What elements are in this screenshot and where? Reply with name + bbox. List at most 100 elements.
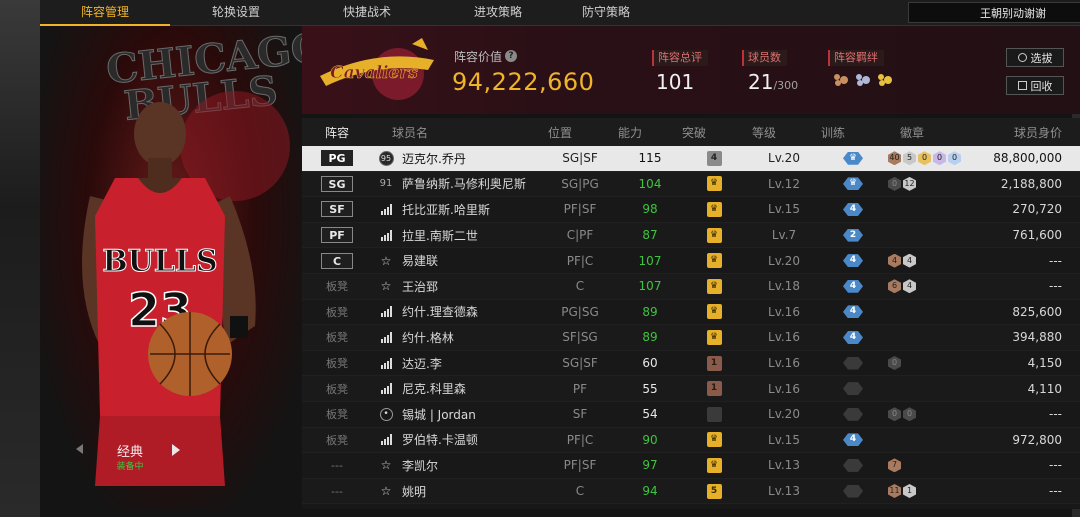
player-name: 约什.理查德森: [402, 305, 478, 320]
player-position: SF|SG: [562, 330, 598, 345]
card-style-name: 经典: [116, 445, 143, 460]
slot-cell: 板凳: [302, 278, 372, 294]
tab-rotation-settings[interactable]: 轮换设置: [170, 0, 302, 26]
table-body: PG 95 迈克尔.乔丹 SG|SF 115 4 Lv.20 ♛ 40 5 0 0 0 88,800,00…: [302, 146, 1080, 505]
player-level: Lv.16: [768, 330, 800, 345]
player-salary: 2,188,800: [1000, 176, 1062, 191]
player-level: Lv.7: [771, 228, 797, 243]
player-rating: 104: [638, 176, 662, 191]
player-rating: 89: [642, 304, 658, 319]
table-row[interactable]: 板凳 达迈.李 SG|SF 60 1 Lv.16 0 4,150: [302, 351, 1080, 377]
slot-cell: 板凳: [302, 355, 372, 371]
slot-badge: 板凳: [326, 357, 348, 371]
background-left-strip: [0, 0, 40, 517]
crown-icon: ♛: [706, 329, 722, 345]
player-position: PG|SG: [561, 304, 599, 319]
crown-icon: ♛: [706, 432, 722, 448]
table-row[interactable]: 板凳 约什.格林 SF|SG 89 ♛ Lv.16 4 394,880: [302, 325, 1080, 351]
table-row[interactable]: 板凳 约什.理查德森 PG|SG 89 ♛ Lv.16 4 825,600: [302, 300, 1080, 326]
table-row[interactable]: SG 91 萨鲁纳斯.马修利奥尼斯 SG|PG 104 ♛ Lv.12 ♛ 0 12 2,188,8…: [302, 171, 1080, 198]
player-salary: ---: [1049, 484, 1062, 499]
next-style-arrow-icon[interactable]: [172, 444, 180, 456]
player-level: Lv.16: [768, 304, 800, 319]
player-tier-cell: 91: [372, 178, 400, 189]
training-cell: 4: [820, 279, 886, 293]
crown-icon: ♛: [706, 176, 722, 192]
select-button[interactable]: 选拔: [1006, 48, 1064, 67]
tab-lineup-management[interactable]: 阵容管理: [40, 0, 170, 26]
player-count: 21: [748, 70, 774, 94]
breakthrough-badge: 4: [706, 150, 722, 166]
table-row[interactable]: 板凳 尼克.科里森 PF 55 1 Lv.16 4,110: [302, 376, 1080, 402]
badges-cell: 64: [886, 279, 976, 294]
help-icon[interactable]: ?: [505, 50, 517, 62]
table-row[interactable]: 板凳 • 锡城 | Jordan SF 54 Lv.20 0 0 ---: [302, 402, 1080, 428]
table-row[interactable]: SF 托比亚斯.哈里斯 PF|SF 98 ♛ Lv.15 4 270,720: [302, 197, 1080, 223]
bond-silver-icon: [856, 74, 870, 86]
tab-bar: 阵容管理 轮换设置 快捷战术 进攻策略 防守策略: [40, 0, 648, 26]
player-rating: 55: [642, 381, 658, 396]
player-rating: 115: [638, 151, 662, 166]
player-tier-cell: [372, 383, 400, 395]
table-row[interactable]: PF 拉里.南斯二世 C|PF 87 ♛ Lv.7 2 761,600: [302, 222, 1080, 249]
player-tier-cell: [372, 331, 400, 343]
training-cell: 4: [820, 202, 886, 216]
player-position: C: [575, 484, 585, 499]
training-cell: ♛: [820, 151, 886, 165]
badge-icon: 40: [888, 151, 901, 166]
training-cell: [820, 407, 886, 421]
player-position: PF|C: [566, 432, 594, 447]
player-tier-cell: [372, 357, 400, 369]
badge-icon: 1: [903, 484, 916, 499]
breakthrough-cell: ♛: [680, 201, 748, 217]
slot-badge: 板凳: [326, 305, 348, 319]
badge-icon: 7: [888, 458, 901, 473]
team-select-dropdown[interactable]: 王朝别动谢谢: [908, 2, 1080, 23]
card-style-footer: [40, 449, 302, 509]
slot-badge: C: [321, 252, 353, 269]
previous-style-arrow-icon[interactable]: [76, 444, 83, 454]
recycle-button[interactable]: 回收: [1006, 76, 1064, 95]
player-count-value: 21/300: [742, 70, 798, 94]
badge-icon: 0: [903, 407, 916, 422]
player-salary: 761,600: [1012, 228, 1062, 243]
player-position: SF: [572, 407, 588, 422]
table-row[interactable]: --- ☆ 李凯尔 PF|SF 97 ♛ Lv.13 7 ---: [302, 453, 1080, 479]
player-tier-cell: •: [372, 407, 400, 421]
table-row[interactable]: --- ☆ 姚明 C 94 5 Lv.13 11 1 ---: [302, 478, 1080, 505]
player-name: 李凯尔: [402, 458, 439, 473]
slot-badge: PF: [321, 227, 353, 244]
badges-cell: 0 12: [886, 176, 976, 191]
slot-badge: 板凳: [326, 433, 348, 447]
tab-offense-strategy[interactable]: 进攻策略: [432, 0, 564, 26]
rating-label: 阵容总评: [652, 50, 708, 66]
slot-cell: 板凳: [302, 304, 372, 320]
table-row[interactable]: 板凳 ☆ 王治郅 C 107 ♛ Lv.18 4 6 4 ---: [302, 273, 1080, 300]
player-rating: 90: [642, 432, 658, 447]
training-hex-icon: ♛: [843, 177, 863, 191]
header-salary: 球员身价: [1013, 125, 1062, 140]
player-tier-cell: [372, 229, 400, 241]
slot-badge: SF: [321, 201, 353, 218]
rating-block: 阵容总评 101: [652, 46, 708, 94]
training-cell: 4: [820, 254, 886, 268]
tab-quick-tactics[interactable]: 快捷战术: [302, 0, 432, 26]
bond-icons[interactable]: [828, 72, 894, 86]
table-row[interactable]: C ☆ 易建联 PF|C 107 ♛ Lv.20 4 4 4 ---: [302, 248, 1080, 274]
tab-defense-strategy[interactable]: 防守策略: [564, 0, 648, 26]
signal-bars-icon: [380, 434, 392, 446]
player-rating: 98: [642, 202, 658, 217]
table-row[interactable]: PG 95 迈克尔.乔丹 SG|SF 115 4 Lv.20 ♛ 40 5 0 0 0 88,800,00…: [302, 146, 1080, 172]
slot-badge: PG: [321, 150, 353, 167]
training-hex-icon: 4: [843, 254, 863, 268]
player-position: PF|SF: [563, 458, 597, 473]
slot-badge: 板凳: [326, 408, 348, 422]
training-cell: ♛: [820, 177, 886, 191]
breakthrough-cell: 5: [680, 483, 748, 499]
training-hex-icon: 4: [843, 279, 863, 293]
player-tier-cell: ☆: [372, 458, 400, 472]
player-count-block: 球员数 21/300: [742, 46, 798, 94]
table-row[interactable]: 板凳 罗伯特.卡温顿 PF|C 90 ♛ Lv.15 4 972,800: [302, 427, 1080, 454]
player-level: Lv.16: [768, 356, 800, 371]
crown-icon: ♛: [706, 304, 722, 320]
